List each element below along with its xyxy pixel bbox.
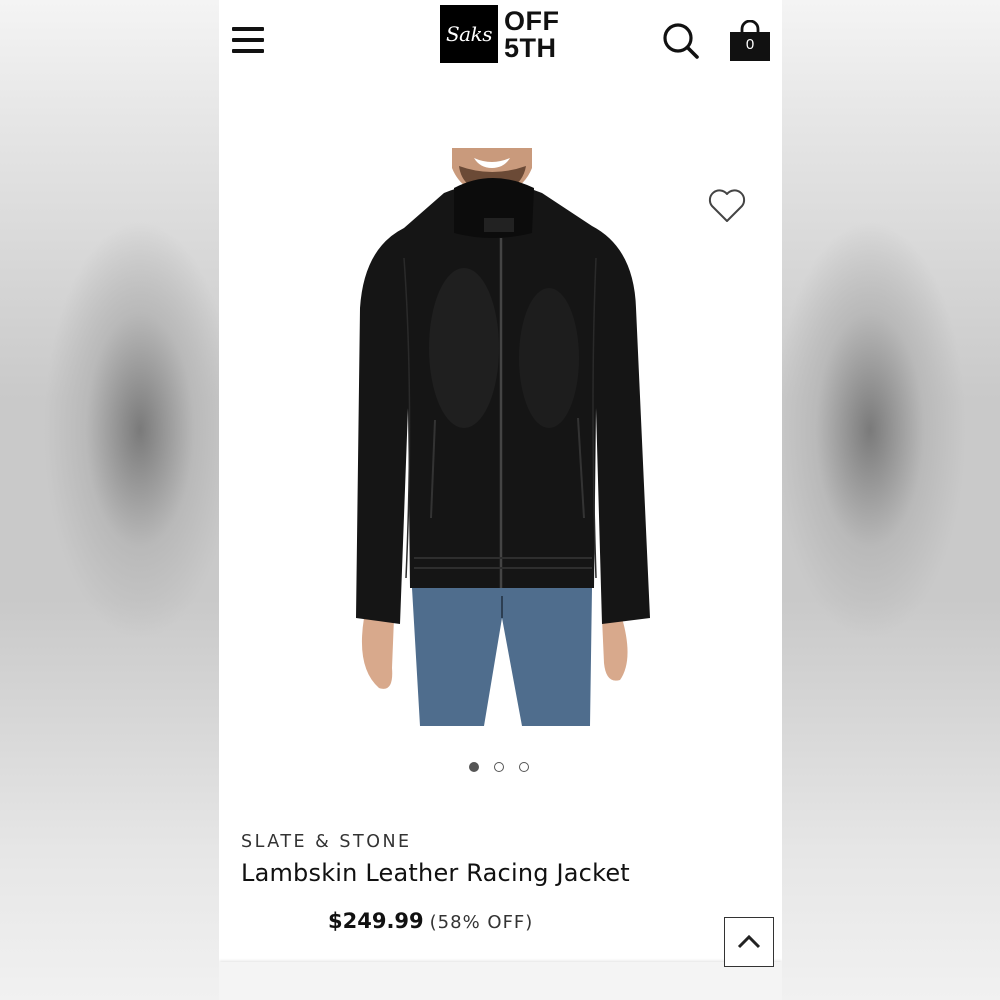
carousel-dot-3[interactable]	[519, 762, 529, 772]
price-row: $249.99 (58% OFF)	[328, 909, 533, 933]
back-to-top-button[interactable]	[724, 917, 774, 967]
wishlist-button[interactable]	[707, 187, 747, 225]
carousel-dot-1[interactable]	[469, 762, 479, 772]
product-price: $249.99	[328, 909, 424, 933]
menu-icon-bar	[232, 27, 264, 31]
logo-wordmark: OFF 5TH	[504, 5, 560, 62]
search-icon	[663, 23, 699, 59]
bag-count: 0	[745, 36, 755, 53]
menu-icon-bar	[232, 49, 264, 53]
saks-off-5th-logo[interactable]: Saks OFF 5TH	[440, 5, 560, 63]
logo-script: Saks	[445, 22, 493, 46]
logo-mark: Saks	[440, 5, 498, 63]
product-image-jacket[interactable]	[334, 148, 674, 728]
search-button[interactable]	[661, 21, 701, 61]
product-brand[interactable]: SLATE & STONE	[241, 832, 412, 852]
menu-button[interactable]	[232, 26, 264, 54]
chevron-up-icon	[737, 934, 761, 949]
shopping-bag-button[interactable]: 0	[728, 19, 772, 62]
product-title: Lambskin Leather Racing Jacket	[241, 859, 630, 887]
mobile-product-page: Saks OFF 5TH 0 SLATE & STONE Lambskin Le…	[219, 0, 782, 1000]
bottom-bar	[219, 962, 782, 1000]
menu-icon-bar	[232, 38, 264, 42]
logo-line-2: 5TH	[504, 33, 557, 63]
logo-line-1: OFF	[504, 6, 560, 36]
carousel-dot-2[interactable]	[494, 762, 504, 772]
image-carousel-dots	[469, 762, 529, 772]
discount-label: (58% OFF)	[429, 912, 534, 933]
heart-icon	[708, 189, 746, 222]
